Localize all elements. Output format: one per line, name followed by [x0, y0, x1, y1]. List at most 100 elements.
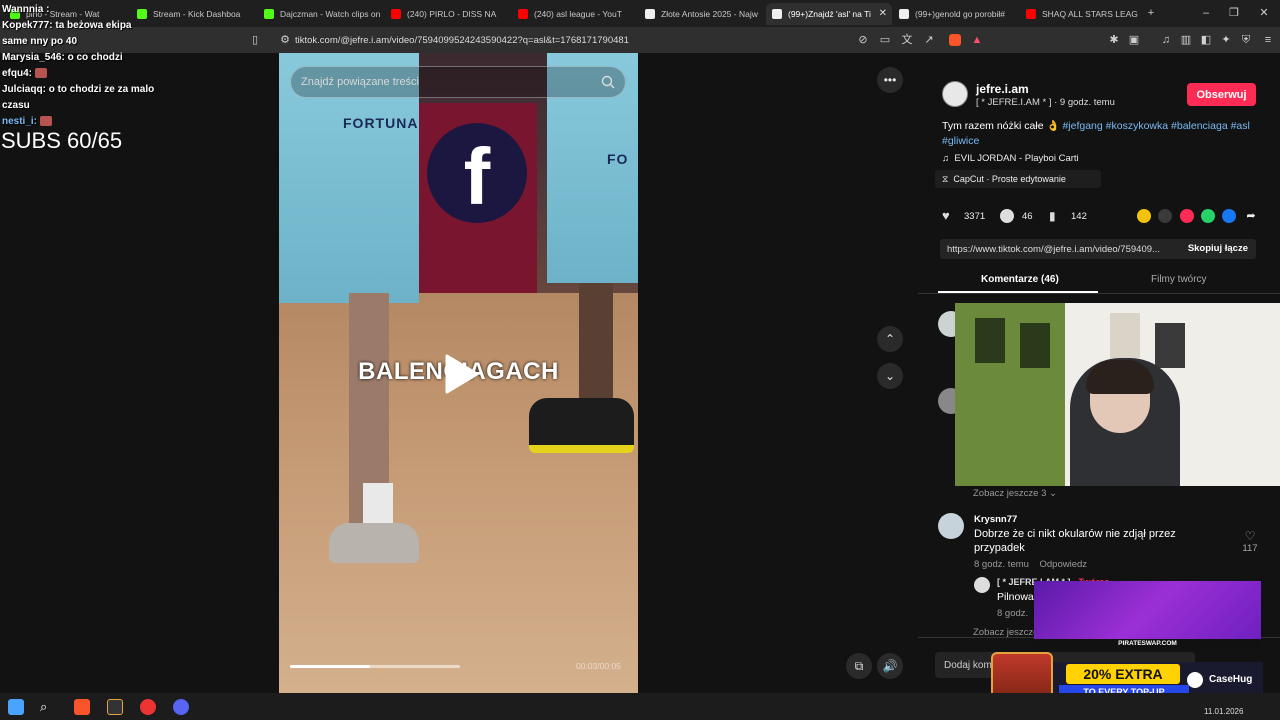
chat-line: Marysia_546: o co chodzi	[2, 50, 272, 66]
hashtag-link[interactable]: #balenciaga	[1171, 120, 1228, 132]
chat-line: efqu4:	[2, 66, 272, 82]
repost-icon[interactable]	[1137, 209, 1151, 223]
follow-button[interactable]: Obserwuj	[1187, 83, 1256, 106]
see-more-replies[interactable]: Zobacz jeszcze 3 ⌄	[973, 488, 1057, 499]
player-shoe	[329, 523, 419, 563]
discord-icon[interactable]	[173, 699, 189, 715]
comment-username[interactable]: Krysnn77	[974, 514, 1017, 525]
video-link-text: https://www.tiktok.com/@jefre.i.am/video…	[947, 243, 1160, 255]
related-search-input[interactable]: Znajdź powiązane treści	[290, 66, 626, 98]
windows-start-icon[interactable]	[8, 699, 24, 715]
hashtag-link[interactable]: #koszykowka	[1106, 120, 1168, 132]
whatsapp-icon[interactable]	[1201, 209, 1215, 223]
more-options-button[interactable]: •••	[877, 67, 903, 93]
copy-link-button[interactable]: Skopiuj łącze	[1188, 243, 1248, 254]
site-info-icon[interactable]: ⚙	[279, 34, 291, 46]
chat-text: o co chodzi	[67, 52, 123, 63]
reply-meta: 8 godz.	[997, 608, 1029, 619]
hashtag-link[interactable]: #asl	[1231, 120, 1250, 132]
player-sock	[363, 483, 393, 528]
chat-text: o to chodzi ze za malo	[48, 84, 155, 95]
maximize-icon[interactable]: ❐	[1228, 7, 1240, 19]
embed-icon[interactable]	[1158, 209, 1172, 223]
comment-text: Dobrze że ci nikt okularów nie zdjął prz…	[974, 528, 1176, 554]
tab-creator-videos[interactable]: Filmy twórcy	[1151, 274, 1207, 285]
close-tab-icon[interactable]: ✕	[879, 8, 887, 19]
wall-poster	[1110, 313, 1140, 358]
browser-tab[interactable]: (99+)genold go porobił#	[893, 3, 1019, 25]
commenter-avatar[interactable]	[938, 513, 964, 539]
heart-outline-icon: ♡	[1244, 529, 1256, 543]
creator-avatar[interactable]	[942, 81, 968, 107]
leo-icon[interactable]: ✦	[1220, 34, 1232, 46]
jersey-sponsor-text: FO	[607, 151, 629, 167]
casehug-logo-icon	[1187, 672, 1203, 688]
volume-button[interactable]: 🔊	[877, 653, 903, 679]
browser-tab[interactable]: Dajczman - Watch clips on	[258, 3, 384, 25]
like-button[interactable]: ♥ 3371	[942, 209, 985, 223]
video-progress-bar[interactable]	[290, 665, 460, 668]
search-icon[interactable]: ⌕	[40, 699, 56, 715]
close-window-icon[interactable]: ✕	[1258, 7, 1270, 19]
comment-button[interactable]: 46	[1000, 209, 1033, 223]
browser-tab[interactable]: SHAQ ALL STARS LEAG	[1020, 3, 1146, 25]
facebook-icon[interactable]	[1222, 209, 1236, 223]
tab-comments[interactable]: Komentarze (46)	[981, 274, 1059, 285]
tab-title: (240) asl league - YouT	[534, 9, 622, 19]
chat-line: czasu	[2, 98, 272, 114]
hashtag-link[interactable]: #gliwice	[942, 135, 979, 147]
no-camera-icon[interactable]: ⊘	[857, 34, 869, 46]
comment-meta: 8 godz. temu Odpowiedz	[974, 559, 1087, 570]
send-icon[interactable]	[1180, 209, 1194, 223]
extensions-icon[interactable]: ✱	[1108, 34, 1120, 46]
previous-video-button[interactable]: ⌃	[877, 326, 903, 352]
capcut-label: CapCut · Proste edytowanie	[953, 174, 1066, 184]
menu-icon[interactable]: ≡	[1262, 34, 1274, 46]
hashtag-link[interactable]: #jefgang	[1062, 120, 1102, 132]
share-page-icon[interactable]: ↗	[923, 34, 935, 46]
pirateswap-ad	[1034, 581, 1261, 639]
play-icon[interactable]	[443, 354, 479, 394]
like-count: 3371	[964, 210, 986, 222]
youtube-favicon-icon	[1026, 9, 1036, 19]
brave-shield-icon[interactable]	[949, 34, 961, 46]
share-arrow-icon[interactable]: ➦	[1244, 209, 1258, 223]
minimize-icon[interactable]: –	[1200, 7, 1212, 19]
video-link-field[interactable]: https://www.tiktok.com/@jefre.i.am/video…	[940, 239, 1256, 259]
app-icon[interactable]	[107, 699, 123, 715]
next-video-button[interactable]: ⌄	[877, 363, 903, 389]
browser-tab-active[interactable]: (99+)Znajdź 'asl' na Ti ✕	[766, 3, 892, 25]
capcut-link[interactable]: ⧖ CapCut · Proste edytowanie	[935, 170, 1101, 188]
wallet-icon[interactable]: ◧	[1200, 34, 1212, 46]
media-icon[interactable]: ♫	[1160, 34, 1172, 46]
new-tab-icon[interactable]: +	[1145, 7, 1157, 19]
reply-avatar[interactable]	[974, 577, 990, 593]
brave-rewards-icon[interactable]: ▲	[971, 34, 983, 46]
save-button[interactable]: ▮ 142	[1049, 209, 1087, 223]
tab-title: (99+)Znajdź 'asl' na Ti	[788, 9, 871, 19]
browser-tab[interactable]: Złote Antosie 2025 - Najw	[639, 3, 765, 25]
sidebar-icon[interactable]: ▥	[1180, 34, 1192, 46]
comment-like-button[interactable]: ♡ 117	[1238, 529, 1262, 554]
reply-link[interactable]: Odpowiedz	[1039, 559, 1087, 570]
search-placeholder: Znajdź powiązane treści	[301, 76, 420, 88]
pip-button[interactable]: ⧉	[846, 653, 872, 679]
streamer-hair	[1086, 360, 1154, 394]
translate-icon[interactable]: 文	[901, 34, 913, 46]
obs-icon[interactable]	[140, 699, 156, 715]
wall-poster	[975, 318, 1005, 363]
browser-tab[interactable]: (240) PIRLO - DISS NA	[385, 3, 511, 25]
brave-browser-icon[interactable]	[74, 699, 90, 715]
screenshot-icon[interactable]: ▣	[1128, 34, 1140, 46]
tab-divider	[918, 293, 1280, 294]
search-icon[interactable]	[601, 75, 615, 89]
music-link[interactable]: ♫ EVIL JORDAN - Playboi Carti	[942, 153, 1079, 164]
vpn-icon[interactable]: ⛨	[1240, 34, 1252, 46]
cast-icon[interactable]: ▭	[879, 34, 891, 46]
video-progress-fill	[290, 665, 370, 668]
creator-username[interactable]: jefre.i.am	[976, 82, 1029, 96]
browser-tab[interactable]: (240) asl league - YouT	[512, 3, 638, 25]
tab-title: (240) PIRLO - DISS NA	[407, 9, 497, 19]
video-time: 00:03/00:05	[576, 661, 621, 671]
chat-user: Kopek777:	[2, 20, 53, 31]
